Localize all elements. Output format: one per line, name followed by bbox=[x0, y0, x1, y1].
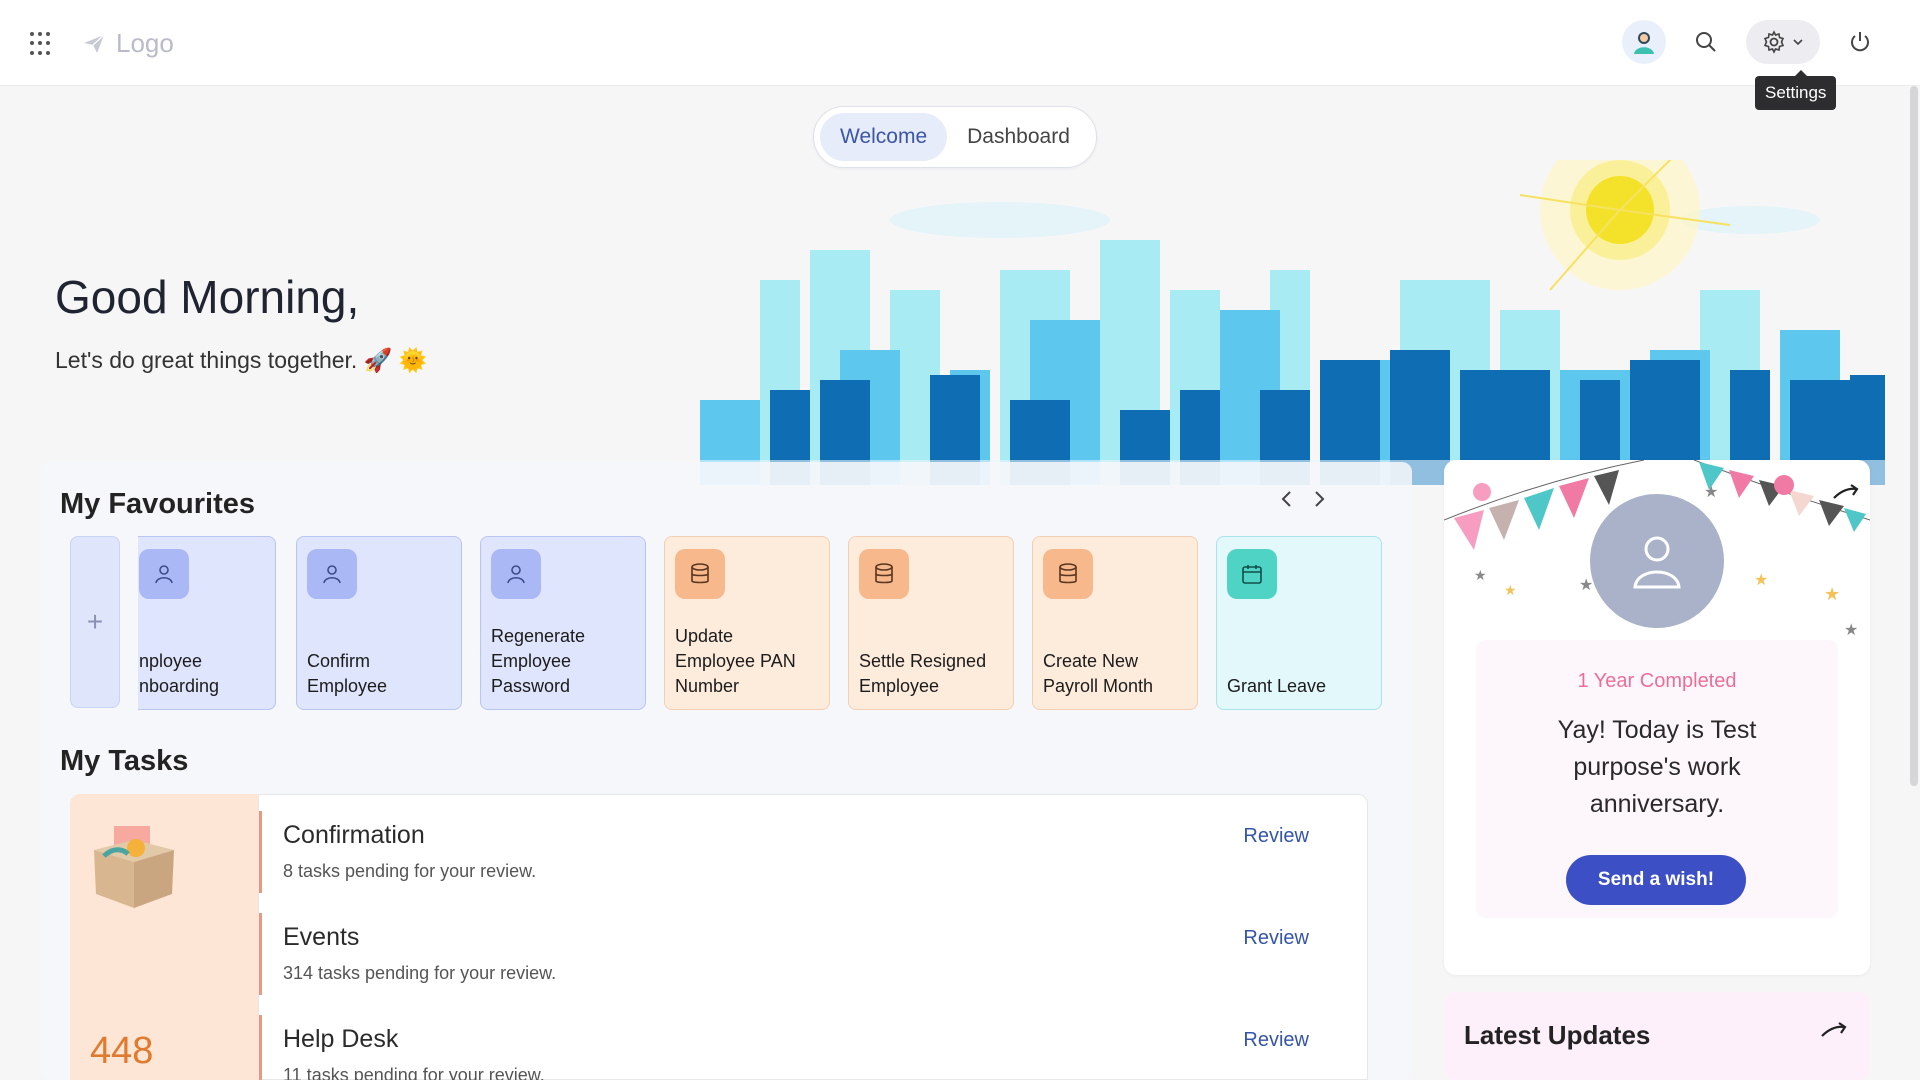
logo[interactable]: Logo bbox=[82, 28, 174, 59]
chevron-down-icon bbox=[1793, 39, 1803, 46]
tasks-summary-card: 448 bbox=[70, 794, 258, 1080]
favourite-card-create-payroll[interactable]: Create New Payroll Month bbox=[1032, 536, 1198, 710]
tasks-title: My Tasks bbox=[60, 745, 189, 777]
latest-updates-title: Latest Updates bbox=[1464, 1020, 1651, 1050]
greeting-tagline: Let's do great things together. 🚀 🌞 bbox=[55, 347, 428, 373]
review-link[interactable]: Review bbox=[1243, 1029, 1309, 1052]
tab-dashboard[interactable]: Dashboard bbox=[947, 113, 1090, 161]
favourite-card-grant-leave[interactable]: Grant Leave bbox=[1216, 536, 1382, 710]
view-toggle: Welcome Dashboard bbox=[813, 106, 1097, 168]
task-subtitle: 314 tasks pending for your review. bbox=[283, 963, 557, 983]
city-skyline-illustration bbox=[700, 160, 1885, 485]
review-link[interactable]: Review bbox=[1243, 825, 1309, 848]
favourite-card-confirm-employee[interactable]: Confirm Employee bbox=[296, 536, 462, 710]
app-grid-icon[interactable] bbox=[30, 32, 54, 56]
task-subtitle: 8 tasks pending for your review. bbox=[283, 861, 537, 881]
favourites-title: My Favourites bbox=[60, 488, 255, 520]
task-title: Events bbox=[283, 923, 360, 951]
svg-text:★: ★ bbox=[1704, 484, 1718, 501]
favourite-card-update-pan[interactable]: Update Employee PAN Number bbox=[664, 536, 830, 710]
sun-icon bbox=[1519, 160, 1731, 291]
search-icon bbox=[1696, 32, 1716, 52]
svg-text:★: ★ bbox=[1474, 567, 1487, 583]
user-icon bbox=[139, 549, 189, 599]
chevron-right-icon[interactable] bbox=[1312, 490, 1326, 508]
top-bar: Logo bbox=[0, 0, 1920, 86]
arrow-right-icon[interactable] bbox=[1832, 484, 1860, 504]
task-row-help-desk: Help Desk 11 tasks pending for your revi… bbox=[259, 999, 1369, 1080]
favourite-card-settle-resigned[interactable]: Settle Resigned Employee bbox=[848, 536, 1014, 710]
task-title: Help Desk bbox=[283, 1025, 399, 1053]
svg-text:★: ★ bbox=[1754, 572, 1768, 589]
favourite-label: Update Employee PAN Number bbox=[675, 626, 796, 696]
task-row-events: Events 314 tasks pending for your review… bbox=[259, 897, 1369, 995]
favourite-label: Settle Resigned Employee bbox=[859, 651, 987, 696]
calendar-icon bbox=[1227, 549, 1277, 599]
greeting-heading: Good Morning, bbox=[55, 271, 360, 323]
database-icon bbox=[859, 549, 909, 599]
plus-icon: + bbox=[86, 606, 104, 637]
user-icon bbox=[1633, 536, 1681, 589]
add-favourite-button[interactable]: + bbox=[70, 536, 120, 708]
top-actions bbox=[1622, 20, 1882, 64]
svg-text:★: ★ bbox=[1504, 582, 1517, 598]
svg-text:★: ★ bbox=[1824, 584, 1840, 604]
tasks-total-count: 448 bbox=[90, 1030, 154, 1072]
search-button[interactable] bbox=[1684, 20, 1728, 64]
user-icon bbox=[307, 549, 357, 599]
user-icon bbox=[491, 549, 541, 599]
power-button[interactable] bbox=[1838, 20, 1882, 64]
settings-button[interactable] bbox=[1746, 20, 1820, 64]
favourite-label: Confirm Employee bbox=[307, 651, 388, 696]
task-row-confirmation: Confirmation 8 tasks pending for your re… bbox=[259, 795, 1369, 893]
anniversary-badge: 1 Year Completed bbox=[1577, 670, 1737, 692]
database-icon bbox=[675, 549, 725, 599]
tab-welcome[interactable]: Welcome bbox=[820, 113, 948, 161]
profile-avatar bbox=[1590, 494, 1724, 628]
send-wish-button[interactable]: Send a wish! bbox=[1566, 855, 1746, 905]
anniversary-card: ★ ★ ★ ★ ★ ★ ★ 1 Year Completed Yay! Toda… bbox=[1444, 460, 1870, 975]
favourite-label: Regenerate Employee Password bbox=[491, 626, 586, 696]
favourite-label: nployee nboarding bbox=[139, 651, 220, 696]
logo-text: Logo bbox=[116, 28, 174, 58]
favourite-card-regenerate-password[interactable]: Regenerate Employee Password bbox=[480, 536, 646, 710]
database-icon bbox=[1043, 549, 1093, 599]
task-list: Confirmation 8 tasks pending for your re… bbox=[258, 794, 1368, 1080]
settings-tooltip: Settings bbox=[1755, 70, 1837, 110]
svg-text:★: ★ bbox=[1579, 577, 1593, 594]
svg-text:★: ★ bbox=[1844, 622, 1858, 639]
box-illustration-icon bbox=[94, 826, 174, 908]
favourite-label: Create New Payroll Month bbox=[1043, 651, 1154, 696]
favourites-carousel-nav bbox=[1280, 490, 1326, 508]
chevron-left-icon[interactable] bbox=[1280, 490, 1294, 508]
task-title: Confirmation bbox=[283, 821, 425, 849]
avatar-icon bbox=[1634, 32, 1654, 54]
user-avatar-button[interactable] bbox=[1622, 20, 1666, 64]
gear-icon bbox=[1763, 30, 1785, 54]
review-link[interactable]: Review bbox=[1243, 927, 1309, 950]
power-icon bbox=[1851, 32, 1869, 52]
page-scrollbar[interactable] bbox=[1910, 86, 1918, 786]
arrow-right-icon[interactable] bbox=[1820, 1022, 1848, 1042]
anniversary-message: Yay! Today is Test purpose's work annive… bbox=[1557, 716, 1757, 818]
favourite-label: Grant Leave bbox=[1227, 676, 1327, 696]
paper-plane-icon bbox=[84, 34, 105, 53]
latest-updates-card: Latest Updates bbox=[1444, 992, 1870, 1080]
task-subtitle: 11 tasks pending for your review. bbox=[283, 1065, 545, 1080]
